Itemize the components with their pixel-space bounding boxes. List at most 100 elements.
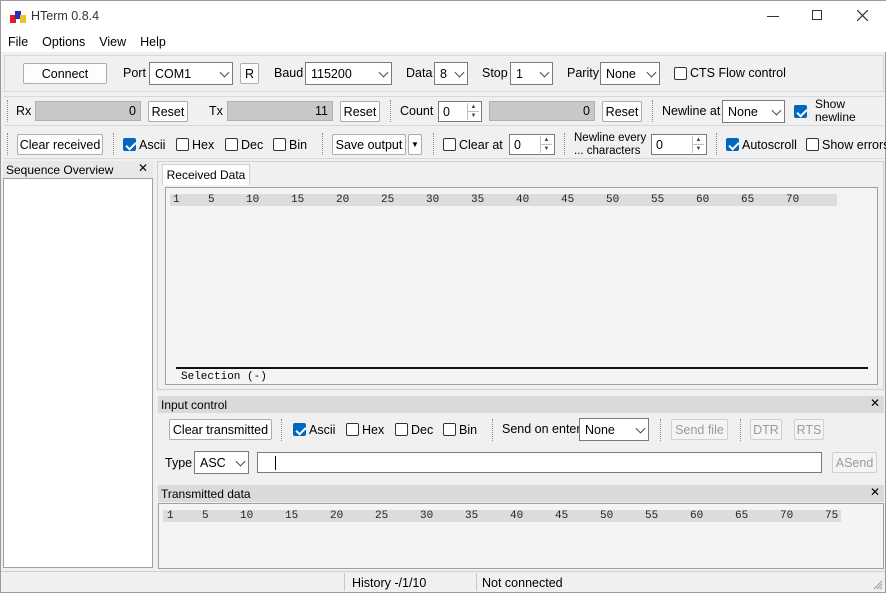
toolbar-grip[interactable] — [113, 133, 115, 155]
menu-options[interactable]: Options — [35, 32, 92, 52]
rx-bin-checkbox[interactable] — [273, 138, 286, 151]
type-label: Type — [165, 456, 193, 470]
asend-button[interactable]: ASend — [832, 452, 877, 473]
data-bits-label: Data — [406, 66, 433, 80]
autoscroll-checkbox[interactable] — [726, 138, 739, 151]
ruler-tick: 20 — [330, 510, 344, 522]
close-icon[interactable]: ✕ — [138, 161, 148, 175]
rx-dec-checkbox[interactable] — [225, 138, 238, 151]
maximize-icon[interactable] — [812, 10, 822, 20]
toolbar-grip[interactable] — [660, 419, 662, 441]
count-total: 0 — [489, 101, 595, 121]
ruler-tick: 50 — [606, 194, 620, 206]
stop-bits-select[interactable]: 1 — [510, 62, 553, 85]
count-spinner[interactable]: 0 ▲ ▼ — [438, 101, 482, 122]
data-bits-select[interactable]: 8 — [434, 62, 468, 85]
clear-transmitted-button[interactable]: Clear transmitted — [169, 419, 272, 440]
sequence-overview-list[interactable] — [3, 178, 153, 568]
rts-button[interactable]: RTS — [794, 419, 824, 440]
tab-received-data[interactable]: Received Data — [162, 164, 250, 185]
spin-up-icon[interactable]: ▲ — [468, 103, 479, 112]
close-icon[interactable]: ✕ — [870, 396, 880, 410]
toolbar-grip[interactable] — [492, 419, 494, 441]
toolbar-grip[interactable] — [281, 419, 283, 441]
menu-file[interactable]: File — [1, 32, 35, 52]
resize-grip-icon[interactable] — [873, 580, 883, 590]
newline-at-value: None — [728, 104, 758, 119]
clear-at-checkbox[interactable] — [443, 138, 456, 151]
rx-hex-checkbox[interactable] — [176, 138, 189, 151]
minimize-icon[interactable] — [767, 16, 779, 17]
toolbar-grip[interactable] — [7, 100, 9, 122]
save-output-dropdown[interactable]: ▼ — [408, 134, 422, 155]
spin-down-icon[interactable]: ▼ — [693, 145, 704, 154]
spin-up-icon[interactable]: ▲ — [693, 136, 704, 145]
save-output-button[interactable]: Save output — [332, 134, 406, 155]
count-reset-button[interactable]: Reset — [602, 101, 642, 122]
tx-hex-label: Hex — [362, 423, 385, 437]
toolbar-grip[interactable] — [390, 100, 392, 122]
clear-at-spinner[interactable]: 0 ▲ ▼ — [509, 134, 555, 155]
close-window-icon[interactable] — [857, 10, 868, 21]
newline-every-spinner[interactable]: 0 ▲ ▼ — [651, 134, 707, 155]
show-newline-label: Show newline — [815, 97, 856, 124]
toolbar-grip[interactable] — [7, 133, 9, 155]
rx-bin-label: Bin — [289, 138, 308, 152]
spin-down-icon[interactable]: ▼ — [541, 145, 552, 154]
toolbar-grip[interactable] — [740, 419, 742, 441]
baud-select[interactable]: 115200 — [305, 62, 392, 85]
show-errors-label: Show errors — [822, 138, 886, 152]
chevron-down-icon — [454, 67, 465, 78]
history-status: History -/1/10 — [352, 576, 427, 590]
show-errors-checkbox[interactable] — [806, 138, 819, 151]
data-bits-value: 8 — [440, 66, 447, 81]
toolbar-grip[interactable] — [433, 133, 435, 155]
tx-bin-checkbox[interactable] — [443, 423, 456, 436]
newline-at-select[interactable]: None — [722, 100, 785, 123]
parity-select[interactable]: None — [600, 62, 660, 85]
toolbar-grip[interactable] — [652, 100, 654, 122]
ruler-tick: 25 — [375, 510, 389, 522]
parity-value: None — [606, 66, 636, 81]
connection-status: Not connected — [482, 576, 563, 590]
tx-hex-checkbox[interactable] — [346, 423, 359, 436]
sequence-overview-header: Sequence Overview — [3, 161, 153, 178]
show-newline-checkbox[interactable] — [794, 105, 807, 118]
rx-label: Rx — [16, 104, 32, 118]
ruler-tick: 55 — [651, 194, 665, 206]
spin-down-icon[interactable]: ▼ — [468, 112, 479, 121]
text-cursor — [275, 456, 276, 470]
ruler-tick: 5 — [202, 510, 209, 522]
spin-up-icon[interactable]: ▲ — [541, 136, 552, 145]
dtr-button[interactable]: DTR — [750, 419, 782, 440]
rx-reset-button[interactable]: Reset — [148, 101, 188, 122]
close-icon[interactable]: ✕ — [870, 485, 880, 499]
baud-value: 115200 — [311, 66, 352, 81]
toolbar-grip[interactable] — [564, 133, 566, 155]
toolbar-grip[interactable] — [322, 133, 324, 155]
send-on-enter-select[interactable]: None — [579, 418, 649, 441]
tx-dec-checkbox[interactable] — [395, 423, 408, 436]
title-bar: HTerm 0.8.4 — [1, 1, 886, 32]
rx-hex-label: Hex — [192, 138, 215, 152]
connect-button[interactable]: Connect — [23, 63, 107, 84]
toolbar-grip[interactable] — [716, 133, 718, 155]
transmitted-data-view[interactable]: 1 5 10 15 20 25 30 35 40 45 50 55 60 65 … — [158, 503, 884, 569]
send-input[interactable] — [257, 452, 822, 473]
ruler-tick: 15 — [291, 194, 305, 206]
menu-help[interactable]: Help — [133, 32, 173, 52]
menu-view[interactable]: View — [92, 32, 133, 52]
ruler-tick: 35 — [471, 194, 485, 206]
tx-ascii-checkbox[interactable] — [293, 423, 306, 436]
rx-ascii-checkbox[interactable] — [123, 138, 136, 151]
received-data-view[interactable]: 1 5 10 15 20 25 30 35 40 45 50 55 60 65 … — [165, 187, 878, 385]
cts-flow-checkbox[interactable] — [674, 67, 687, 80]
port-select[interactable]: COM1 — [149, 62, 233, 85]
tx-reset-button[interactable]: Reset — [340, 101, 380, 122]
rx-dec-label: Dec — [241, 138, 264, 152]
type-select[interactable]: ASC — [194, 451, 249, 474]
refresh-ports-button[interactable]: R — [240, 63, 259, 84]
clear-received-button[interactable]: Clear received — [17, 134, 103, 155]
send-file-button[interactable]: Send file — [671, 419, 728, 440]
ruler-tick: 55 — [645, 510, 659, 522]
